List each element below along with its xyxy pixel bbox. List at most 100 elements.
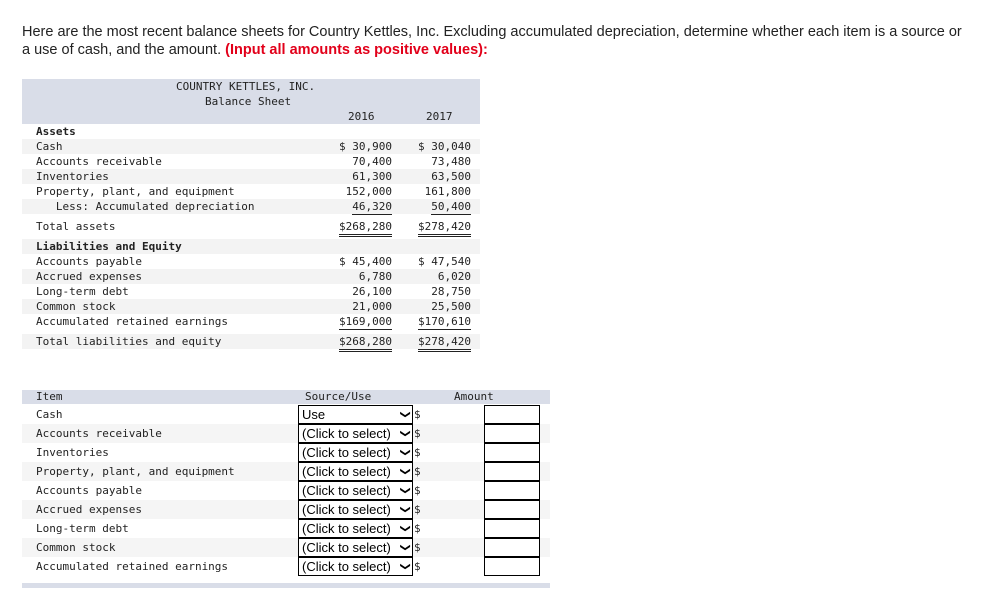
answer-row: Property, plant, and equipment (Click to …	[22, 462, 550, 481]
value-2016: 70,400	[352, 155, 392, 168]
source-use-select[interactable]: (Click to select) ❯	[298, 481, 413, 500]
currency-symbol: $	[414, 465, 421, 478]
value-2016: 46,320	[352, 200, 392, 215]
amount-input[interactable]	[484, 462, 540, 481]
year-2017: 2017	[426, 110, 453, 123]
item-label: Accounts receivable	[36, 427, 162, 440]
balance-sheet-row: Property, plant, and equipment 152,000 161…	[22, 184, 480, 199]
row-label: Common stock	[36, 300, 116, 313]
balance-sheet-table: COUNTRY KETTLES, INC. Balance Sheet 2016…	[22, 79, 480, 352]
value-2016: $169,000	[339, 315, 392, 330]
balance-sheet-row: Liabilities and Equity	[22, 239, 480, 254]
amount-input[interactable]	[484, 557, 540, 576]
row-label: Accounts receivable	[36, 155, 162, 168]
source-use-select[interactable]: (Click to select) ❯	[298, 519, 413, 538]
chevron-down-icon: ❯	[399, 486, 411, 495]
year-2016: 2016	[348, 110, 375, 123]
source-use-select[interactable]: (Click to select) ❯	[298, 443, 413, 462]
balance-sheet-row: Assets	[22, 124, 480, 139]
selected-value: (Click to select)	[302, 464, 391, 479]
selected-value: (Click to select)	[302, 483, 391, 498]
chevron-down-icon: ❯	[399, 562, 411, 571]
row-label: Accounts payable	[36, 255, 142, 268]
selected-value: (Click to select)	[302, 426, 391, 441]
source-use-select[interactable]: Use ❯	[298, 405, 413, 424]
currency-symbol: $	[414, 427, 421, 440]
selected-value: (Click to select)	[302, 540, 391, 555]
currency-symbol: $	[414, 541, 421, 554]
chevron-down-icon: ❯	[399, 467, 411, 476]
value-2016: 6,780	[358, 270, 392, 283]
amount-input[interactable]	[484, 405, 540, 424]
currency-symbol: $	[414, 503, 421, 516]
header-item: Item	[36, 390, 63, 403]
item-label: Property, plant, and equipment	[36, 465, 235, 478]
answer-table: Item Source/Use Amount Cash Use ❯ $ Accounts…	[22, 390, 550, 588]
table-footer-bar	[22, 583, 550, 588]
balance-sheet-row: Total liabilities and equity $268,280 $278…	[22, 334, 480, 352]
value-2017: $ 30,040	[418, 140, 471, 153]
balance-sheet-row: Common stock 21,000 25,500	[22, 299, 480, 314]
selected-value: (Click to select)	[302, 445, 391, 460]
row-label: Property, plant, and equipment	[36, 185, 235, 198]
amount-input[interactable]	[484, 443, 540, 462]
item-label: Accumulated retained earnings	[36, 560, 229, 573]
currency-symbol: $	[414, 408, 421, 421]
answer-row: Common stock (Click to select) ❯ $	[22, 538, 550, 557]
amount-input[interactable]	[484, 500, 540, 519]
value-2016: 26,100	[352, 285, 392, 298]
value-2016: 61,300	[352, 170, 392, 183]
row-label: Liabilities and Equity	[36, 240, 182, 253]
row-label: Less: Accumulated depreciation	[36, 200, 255, 213]
header-source-use: Source/Use	[305, 390, 372, 403]
amount-input[interactable]	[484, 519, 540, 538]
value-2016: 21,000	[352, 300, 392, 313]
item-label: Common stock	[36, 541, 116, 554]
item-label: Accrued expenses	[36, 503, 142, 516]
answer-row: Long-term debt (Click to select) ❯ $	[22, 519, 550, 538]
instructions-emphasis: (Input all amounts as positive values):	[225, 42, 488, 58]
header-amount: Amount	[454, 390, 494, 403]
chevron-down-icon: ❯	[399, 410, 411, 419]
answer-row: Accrued expenses (Click to select) ❯ $	[22, 500, 550, 519]
source-use-select[interactable]: (Click to select) ❯	[298, 538, 413, 557]
source-use-select[interactable]: (Click to select) ❯	[298, 557, 413, 576]
item-label: Cash	[36, 408, 63, 421]
value-2017: 6,020	[437, 270, 471, 283]
balance-sheet-header: COUNTRY KETTLES, INC. Balance Sheet 2016…	[22, 79, 480, 124]
source-use-select[interactable]: (Click to select) ❯	[298, 462, 413, 481]
currency-symbol: $	[414, 446, 421, 459]
answer-row: Accounts payable (Click to select) ❯ $	[22, 481, 550, 500]
amount-input[interactable]	[484, 481, 540, 500]
row-label: Accumulated retained earnings	[36, 315, 229, 328]
item-label: Accounts payable	[36, 484, 142, 497]
answer-header: Item Source/Use Amount	[22, 390, 550, 404]
answer-row: Accumulated retained earnings (Click to s…	[22, 557, 550, 576]
value-2016: $ 30,900	[339, 140, 392, 153]
row-label: Total liabilities and equity	[36, 335, 222, 348]
answer-row: Inventories (Click to select) ❯ $	[22, 443, 550, 462]
currency-symbol: $	[414, 560, 421, 573]
answer-row: Cash Use ❯ $	[22, 405, 550, 424]
amount-input[interactable]	[484, 424, 540, 443]
selected-value: (Click to select)	[302, 559, 391, 574]
value-2017: $170,610	[418, 315, 471, 330]
row-label: Accrued expenses	[36, 270, 142, 283]
currency-symbol: $	[414, 522, 421, 535]
balance-sheet-row: Inventories 61,300 63,500	[22, 169, 480, 184]
company-name: COUNTRY KETTLES, INC.	[176, 80, 316, 93]
row-label: Inventories	[36, 170, 109, 183]
source-use-select[interactable]: (Click to select) ❯	[298, 500, 413, 519]
value-2017: $278,420	[418, 334, 471, 352]
value-2016: $ 45,400	[339, 255, 392, 268]
selected-value: (Click to select)	[302, 521, 391, 536]
balance-sheet-row: Cash $ 30,900 $ 30,040	[22, 139, 480, 154]
row-label: Long-term debt	[36, 285, 129, 298]
amount-input[interactable]	[484, 538, 540, 557]
balance-sheet-row: Less: Accumulated depreciation 46,320 50,4…	[22, 199, 480, 215]
value-2017: 63,500	[431, 170, 471, 183]
chevron-down-icon: ❯	[399, 524, 411, 533]
source-use-select[interactable]: (Click to select) ❯	[298, 424, 413, 443]
chevron-down-icon: ❯	[399, 448, 411, 457]
value-2017: $278,420	[418, 219, 471, 237]
